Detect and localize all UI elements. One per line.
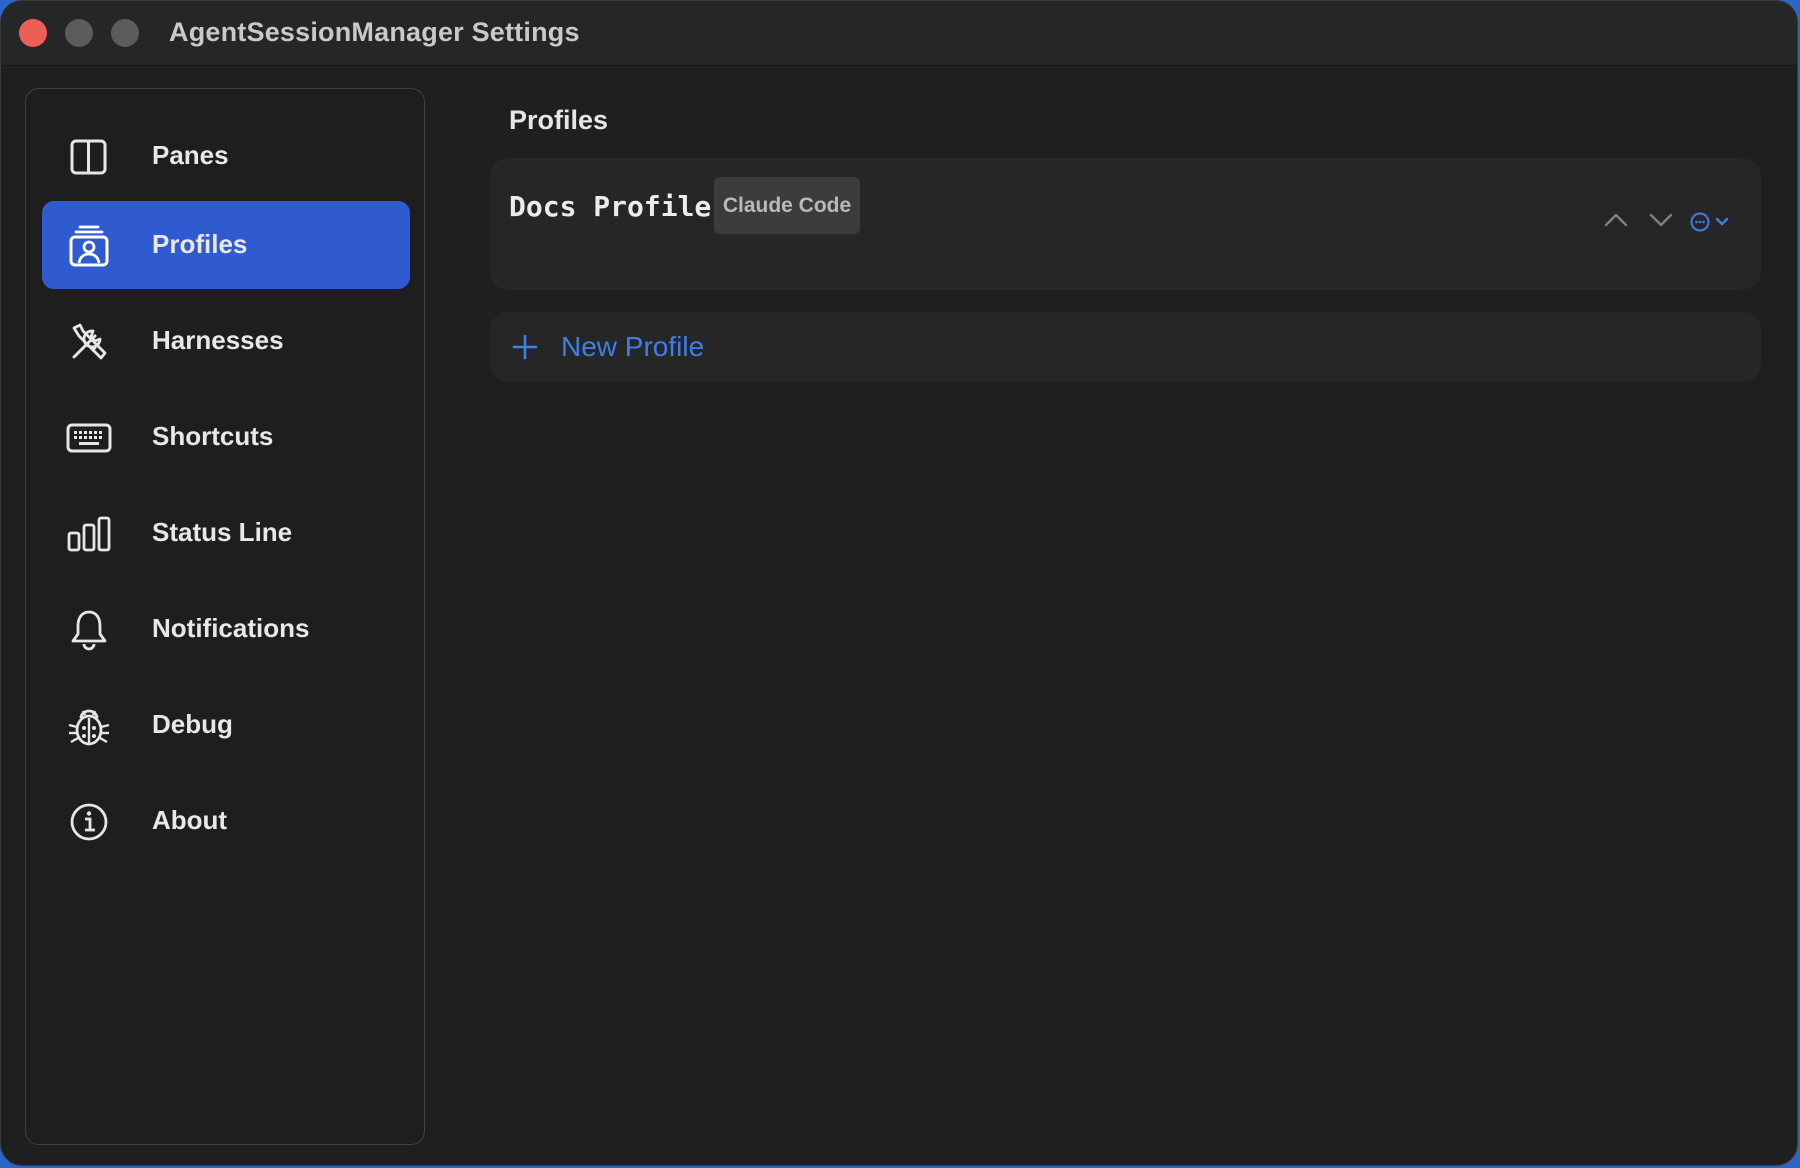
status-bars-icon: [67, 516, 111, 552]
panes-icon: [70, 139, 107, 175]
info-icon: [70, 803, 108, 841]
sidebar-item-panes[interactable]: Panes: [42, 112, 410, 200]
sidebar-item-label: Profiles: [152, 229, 248, 259]
sidebar-item-shortcuts[interactable]: Shortcuts: [42, 393, 410, 481]
profile-card[interactable]: Docs Profile Claude Code: [490, 158, 1761, 290]
sidebar-item-about[interactable]: About: [42, 777, 410, 865]
zoom-window-button[interactable]: [111, 19, 139, 47]
move-down-chevron-icon[interactable]: [1648, 210, 1674, 230]
minimize-window-button[interactable]: [65, 19, 93, 47]
sidebar-item-label: Notifications: [152, 613, 310, 643]
sidebar-item-harnesses[interactable]: Harnesses: [42, 297, 410, 385]
close-window-button[interactable]: [19, 19, 47, 47]
sidebar-item-label: Debug: [152, 709, 233, 739]
section-title: Profiles: [509, 105, 609, 135]
more-options-menu-icon[interactable]: [1689, 210, 1733, 234]
sidebar-item-label: Harnesses: [152, 325, 284, 355]
tools-icon: [72, 323, 107, 360]
sidebar-item-label: Shortcuts: [152, 421, 274, 451]
title-bar: AgentSessionManager Settings: [1, 1, 1797, 66]
harness-badge: Claude Code: [714, 177, 860, 234]
sidebar-item-notifications[interactable]: Notifications: [42, 585, 410, 673]
ladybug-icon: [68, 709, 110, 746]
sidebar-item-label: About: [152, 805, 228, 835]
move-up-chevron-icon[interactable]: [1603, 210, 1629, 230]
profiles-icon: [69, 225, 109, 267]
settings-window: AgentSessionManager Settings Panes Profi…: [0, 0, 1798, 1166]
sidebar: Panes Profiles Harnesses Shortcuts Statu…: [25, 88, 425, 1145]
window-title: AgentSessionManager Settings: [169, 17, 580, 47]
sidebar-item-status-line[interactable]: Status Line: [42, 489, 410, 577]
bell-icon: [71, 610, 107, 651]
sidebar-item-label: Status Line: [152, 517, 293, 547]
plus-icon: [512, 334, 538, 360]
new-profile-label: New Profile: [561, 331, 705, 362]
sidebar-item-profiles[interactable]: Profiles: [42, 201, 410, 289]
sidebar-item-debug[interactable]: Debug: [42, 681, 410, 769]
keyboard-icon: [66, 423, 112, 453]
profile-name: Docs Profile: [509, 190, 712, 223]
new-profile-button[interactable]: New Profile: [490, 312, 1761, 382]
sidebar-item-label: Panes: [152, 140, 229, 170]
